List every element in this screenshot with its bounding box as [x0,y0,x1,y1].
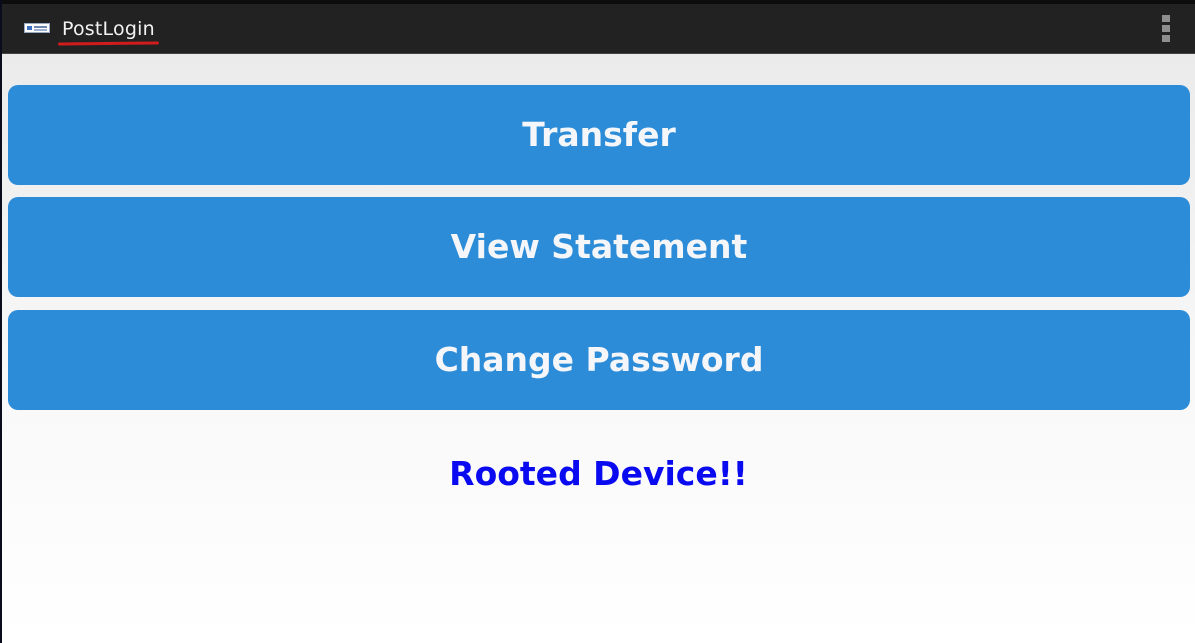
title-underline [57,41,160,46]
action-bar: PostLogin [2,4,1195,54]
overflow-dot [1162,15,1170,22]
app-logo-icon [24,23,50,33]
overflow-dot [1162,25,1170,32]
change-password-button[interactable]: Change Password [8,310,1190,410]
main-content: Transfer View Statement Change Password … [2,54,1195,643]
transfer-button[interactable]: Transfer [8,85,1190,185]
app-screen: PostLogin Transfer View Statement Change… [2,0,1195,643]
rooted-device-warning: Rooted Device!! [449,454,748,493]
page-title: PostLogin [62,18,155,40]
overflow-menu-icon[interactable] [1161,14,1171,44]
view-statement-button[interactable]: View Statement [8,197,1190,297]
overflow-dot [1162,35,1170,42]
